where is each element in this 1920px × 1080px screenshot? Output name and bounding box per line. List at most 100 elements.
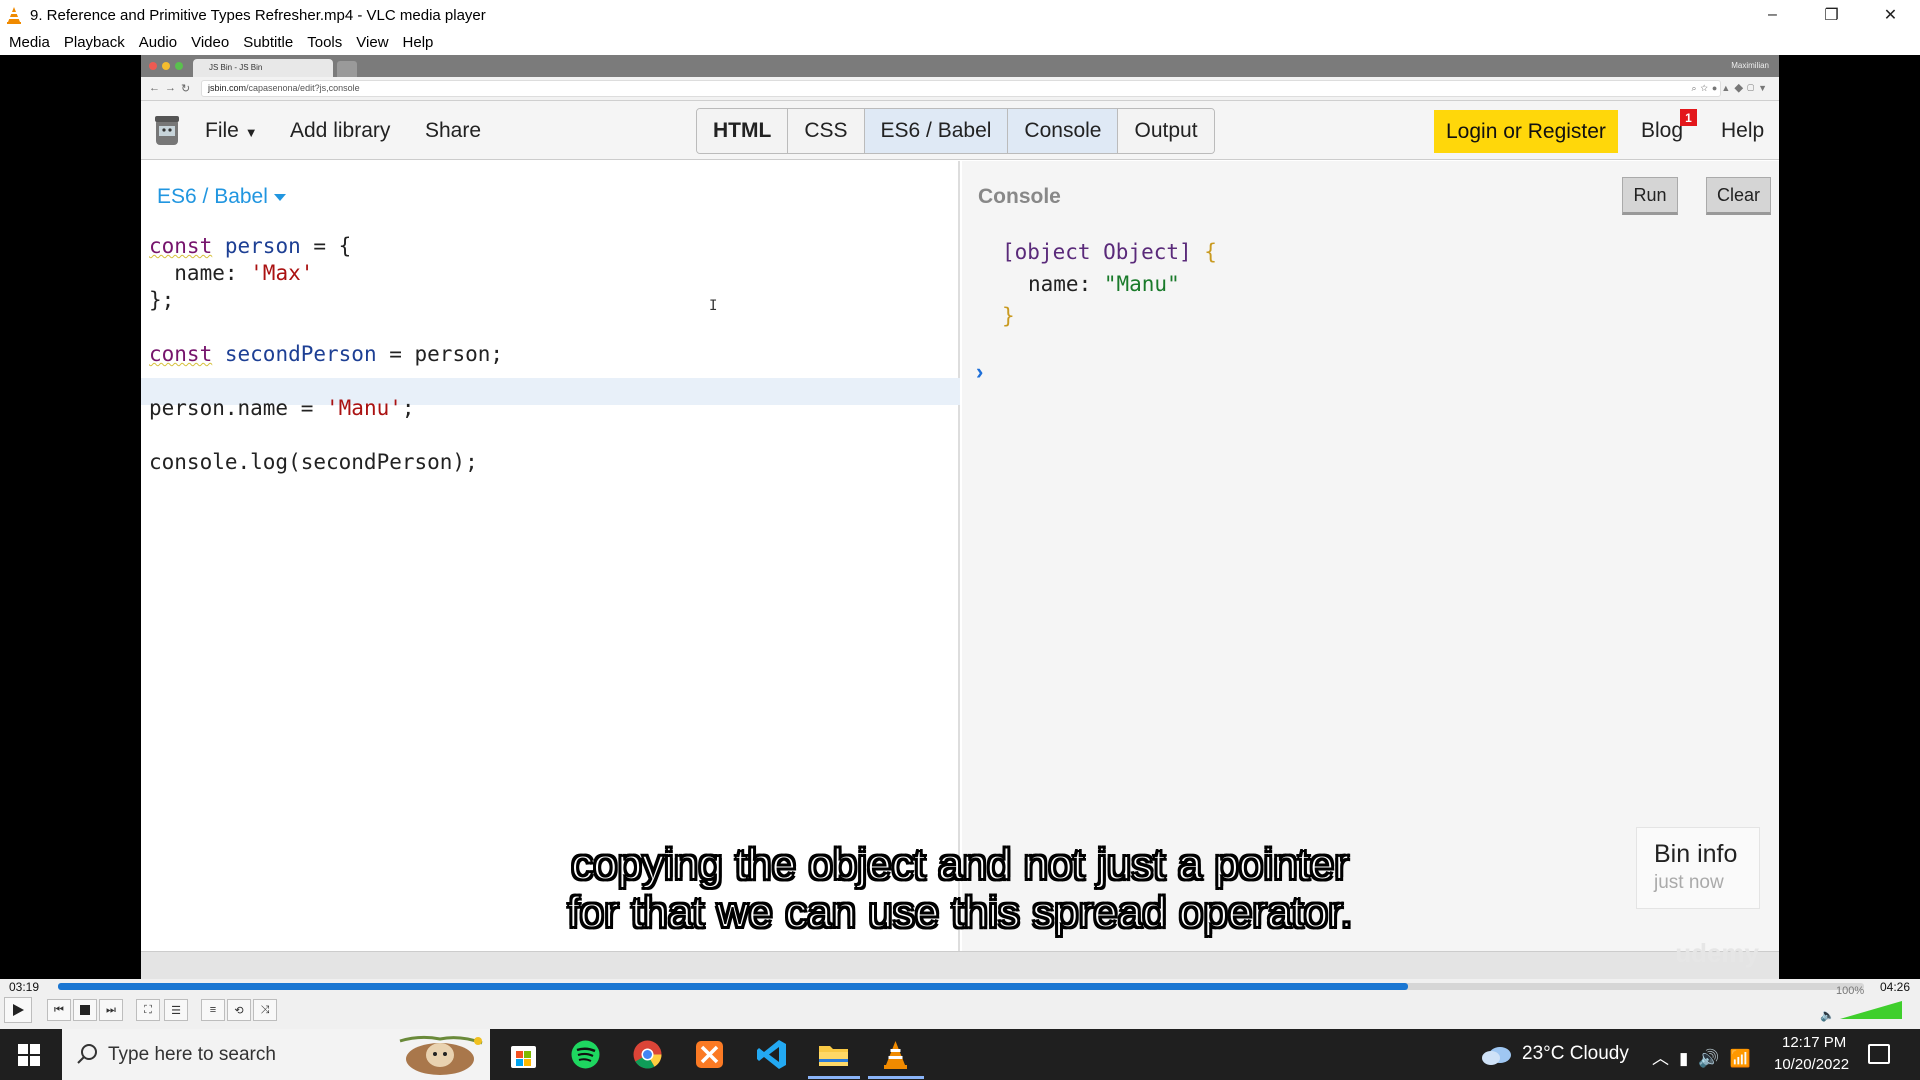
code-text: person.name = — [149, 396, 327, 420]
next-button[interactable]: ⏭ — [99, 999, 123, 1021]
run-button[interactable]: Run — [1622, 177, 1678, 215]
xampp-icon[interactable] — [692, 1037, 727, 1072]
file-menu-label: File — [205, 119, 239, 142]
extended-settings-button[interactable]: ☰ — [164, 999, 188, 1021]
add-library-link[interactable]: Add library — [290, 119, 390, 143]
windows-start-icon[interactable] — [18, 1044, 40, 1066]
equalizer-icon: ☰ — [171, 1004, 181, 1017]
playlist-button[interactable]: ≡ — [201, 999, 225, 1021]
title-bar: 9. Reference and Primitive Types Refresh… — [0, 0, 1920, 30]
back-arrow-icon: ← — [149, 82, 160, 94]
menu-subtitle[interactable]: Subtitle — [236, 34, 300, 51]
windows-taskbar: Type here to search 23°C Cloudy ︿▮🔊📶 12:… — [0, 1029, 1920, 1080]
console-output-line-3: } — [1002, 304, 1015, 328]
url-host: jsbin.com — [208, 83, 247, 93]
search-icon — [77, 1044, 97, 1064]
property-value: "Manu" — [1103, 272, 1180, 296]
login-register-button[interactable]: Login or Register — [1434, 110, 1618, 153]
weather-status[interactable]: 23°C Cloudy — [1522, 1043, 1629, 1065]
url-path: /capasenona/edit?js,console — [246, 83, 360, 93]
system-tray-icons[interactable]: ︿▮🔊📶 — [1652, 1044, 1761, 1069]
fullscreen-icon: ⛶ — [144, 1003, 152, 1016]
playlist-icon: ≡ — [209, 1004, 217, 1016]
speaker-icon[interactable]: 🔈 — [1820, 1008, 1835, 1022]
console-prompt-icon[interactable]: › — [976, 359, 983, 385]
taskbar-search-box[interactable]: Type here to search — [62, 1029, 490, 1080]
brace: { — [1191, 240, 1217, 264]
tab-output[interactable]: Output — [1118, 109, 1214, 153]
file-explorer-icon[interactable] — [816, 1037, 851, 1072]
search-placeholder: Type here to search — [108, 1044, 276, 1065]
caret-down-icon — [273, 193, 286, 201]
tab-css[interactable]: CSS — [788, 109, 865, 153]
file-menu[interactable]: File ▼ — [205, 119, 258, 143]
close-button[interactable]: ✕ — [1861, 0, 1920, 30]
clear-button[interactable]: Clear — [1706, 177, 1771, 215]
volume-slider[interactable] — [1840, 1001, 1902, 1019]
previous-button[interactable]: ⏮ — [47, 999, 71, 1021]
menu-view[interactable]: View — [349, 34, 395, 51]
play-icon — [13, 1004, 24, 1016]
console-label: Console — [978, 185, 1061, 208]
tab-html[interactable]: HTML — [697, 109, 789, 153]
blog-notification-badge: 1 — [1680, 109, 1697, 126]
menu-tools[interactable]: Tools — [300, 34, 349, 51]
code-line-3: }; — [149, 288, 175, 312]
code-line-6: console.log(secondPerson); — [149, 450, 478, 474]
close-dot-icon — [149, 62, 157, 70]
menu-audio[interactable]: Audio — [132, 34, 184, 51]
spotify-icon[interactable] — [568, 1037, 603, 1072]
shuffle-button[interactable]: ⤨ — [253, 999, 277, 1021]
maximize-button[interactable]: ❐ — [1802, 0, 1861, 30]
seek-bar[interactable] — [58, 983, 1864, 990]
search-highlight-illustration-icon — [399, 1035, 483, 1075]
menu-media[interactable]: Media — [2, 34, 57, 51]
vscode-icon[interactable] — [754, 1037, 789, 1072]
play-button[interactable] — [4, 997, 32, 1023]
clock-time[interactable]: 12:17 PM — [1782, 1034, 1846, 1051]
loop-button[interactable]: ⟲ — [227, 999, 251, 1021]
console-output-line-2: name: "Manu" — [1028, 272, 1180, 296]
microsoft-store-icon[interactable] — [506, 1037, 541, 1072]
minimize-button[interactable]: – — [1743, 0, 1802, 30]
stop-button[interactable] — [73, 999, 97, 1021]
minimize-dot-icon — [162, 62, 170, 70]
code-text: ; — [401, 396, 415, 420]
volume-percent: 100% — [1836, 985, 1865, 997]
file-explorer-running-indicator — [808, 1076, 860, 1079]
code-line-5: person.name = 'Manu'; — [149, 396, 415, 420]
blog-link[interactable]: Blog — [1641, 119, 1683, 143]
vlc-cone-icon — [7, 7, 21, 24]
js-editor-panel[interactable]: ES6 / Babel const person = { name: 'Max'… — [141, 161, 960, 951]
vlc-taskbar-icon[interactable] — [878, 1037, 913, 1072]
menu-video[interactable]: Video — [184, 34, 236, 51]
browser-url-bar: ← → ↻ jsbin.com/capasenona/edit?js,conso… — [141, 77, 1779, 101]
reload-icon: ↻ — [181, 83, 191, 95]
console-output-line-1: [object Object] { — [1002, 240, 1217, 264]
browser-chrome: JS Bin - JS Bin Maximilian ← → ↻ jsbin.c… — [141, 55, 1779, 101]
shuffle-icon: ⤨ — [260, 1003, 270, 1016]
extension-icons: ⌕☆●▲◆▢▼ — [1691, 83, 1771, 93]
variable: person — [224, 234, 301, 258]
code-text: = { — [300, 234, 352, 258]
tab-console[interactable]: Console — [1008, 109, 1119, 153]
player-controls: 03:19 04:26 ⏮ ⏭ ⛶ ☰ ≡ ⟲ ⤨ 🔈 100% — [0, 979, 1920, 1029]
code-text: name: — [149, 261, 251, 285]
fullscreen-button[interactable]: ⛶ — [136, 999, 160, 1021]
code-line-4: const secondPerson = person; — [149, 342, 503, 366]
tab-es6-babel[interactable]: ES6 / Babel — [864, 109, 1009, 153]
video-area[interactable]: JS Bin - JS Bin Maximilian ← → ↻ jsbin.c… — [0, 55, 1920, 979]
property-key: name: — [1028, 272, 1104, 296]
vlc-running-indicator — [868, 1076, 924, 1079]
subtitle-line-2: for that we can use this spread operator… — [566, 887, 1353, 938]
chrome-icon[interactable] — [630, 1037, 665, 1072]
clock-date[interactable]: 10/20/2022 — [1774, 1056, 1849, 1073]
language-selector[interactable]: ES6 / Babel — [157, 185, 286, 209]
menu-help[interactable]: Help — [396, 34, 441, 51]
menu-playback[interactable]: Playback — [57, 34, 132, 51]
elapsed-time: 03:19 — [9, 980, 40, 994]
share-link[interactable]: Share — [425, 119, 481, 143]
help-link[interactable]: Help — [1721, 119, 1764, 143]
notifications-icon[interactable] — [1868, 1044, 1890, 1064]
keyword: const — [149, 234, 213, 258]
